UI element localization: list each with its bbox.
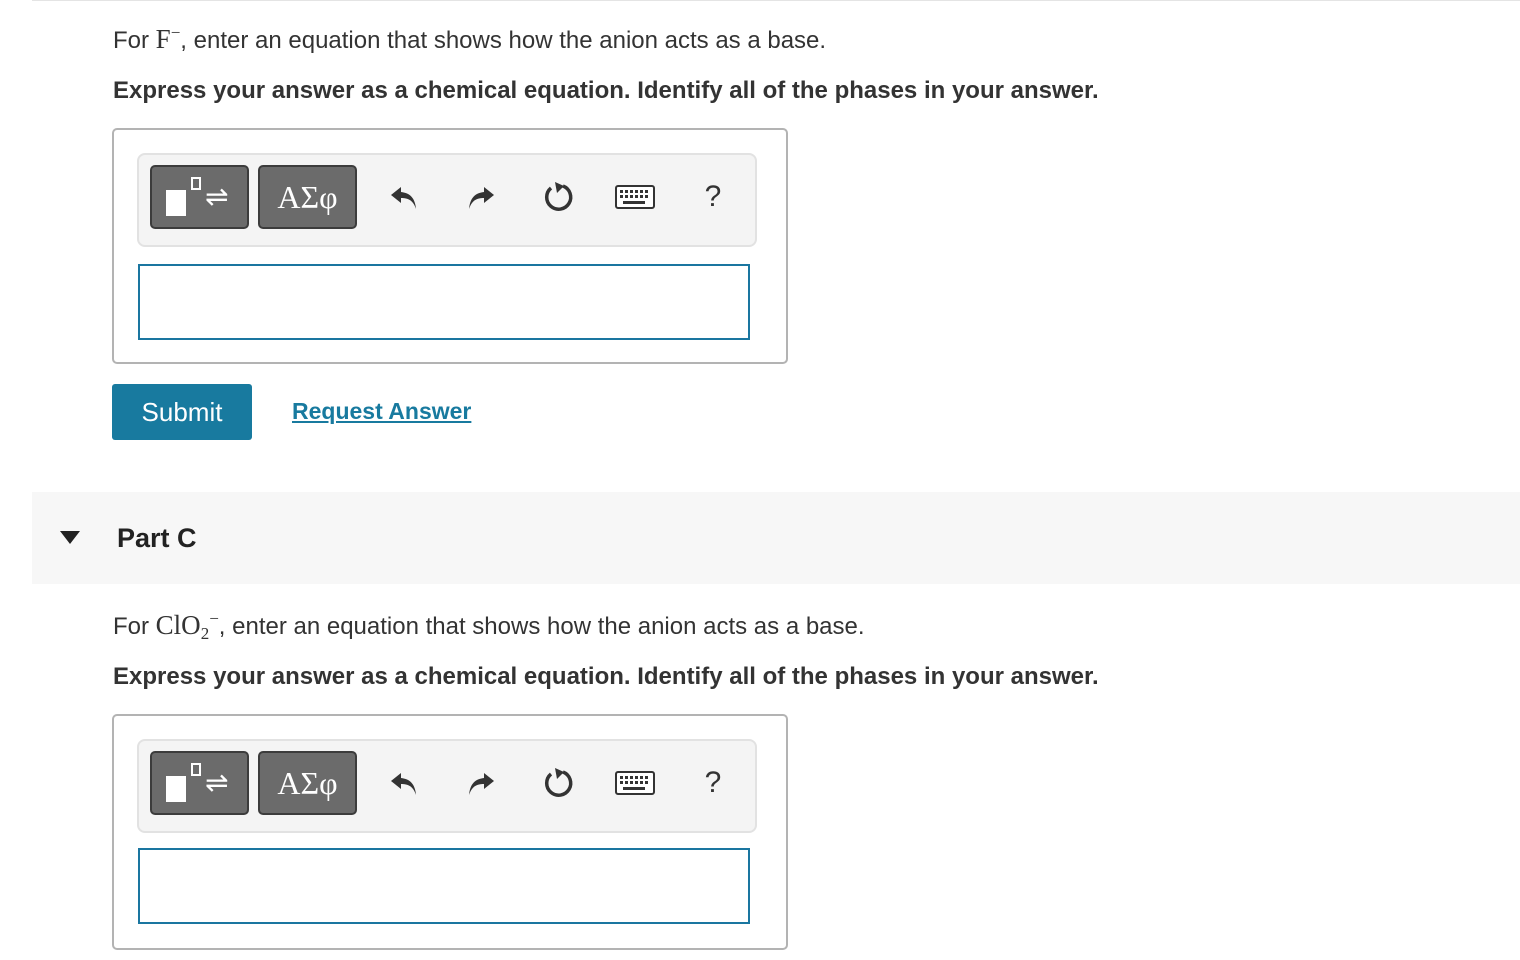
- part-c-header[interactable]: Part C: [32, 492, 1520, 584]
- prompt-suffix: , enter an equation that shows how the a…: [180, 27, 827, 54]
- chemical-formula: ClO2−: [155, 609, 219, 643]
- equation-toolbar: ⇌ ΑΣφ ?: [137, 739, 757, 833]
- part-c-answer-box: ⇌ ΑΣφ ?: [112, 714, 788, 950]
- help-icon[interactable]: ?: [693, 177, 733, 217]
- equation-toolbar: ⇌ ΑΣφ ?: [137, 153, 757, 247]
- formula-text: ClO: [155, 610, 201, 640]
- prompt-prefix: For: [113, 613, 156, 640]
- redo-icon[interactable]: [461, 763, 501, 803]
- part-c-instruction: Express your answer as a chemical equati…: [113, 663, 1099, 690]
- prompt-prefix: For: [113, 27, 156, 54]
- top-divider: [32, 0, 1520, 1]
- prompt-suffix: , enter an equation that shows how the a…: [218, 613, 865, 640]
- part-b-answer-box: ⇌ ΑΣφ ?: [112, 128, 788, 364]
- reset-icon[interactable]: [539, 177, 579, 217]
- undo-icon[interactable]: [384, 177, 424, 217]
- part-b-prompt: For F−, enter an equation that shows how…: [113, 24, 826, 56]
- collapse-caret-icon[interactable]: [60, 531, 80, 544]
- keyboard-icon[interactable]: [615, 177, 655, 217]
- templates-icon: [166, 776, 186, 802]
- chemical-formula: F−: [156, 24, 181, 54]
- part-c-prompt: For ClO2−, enter an equation that shows …: [113, 610, 865, 642]
- keyboard-icon[interactable]: [615, 763, 655, 803]
- equilibrium-arrow-icon: ⇌: [205, 767, 229, 798]
- symbols-button[interactable]: ΑΣφ: [258, 751, 357, 815]
- templates-button[interactable]: ⇌: [150, 165, 249, 229]
- part-b-instruction: Express your answer as a chemical equati…: [113, 77, 1099, 104]
- answer-input[interactable]: [138, 848, 750, 924]
- formula-charge: −: [209, 609, 219, 628]
- submit-button[interactable]: Submit: [112, 384, 252, 440]
- template-slot-icon: [191, 763, 201, 776]
- formula-charge: −: [170, 23, 181, 42]
- part-title: Part C: [117, 523, 197, 553]
- templates-icon: [166, 190, 186, 216]
- help-icon[interactable]: ?: [693, 763, 733, 803]
- templates-button[interactable]: ⇌: [150, 751, 249, 815]
- equilibrium-arrow-icon: ⇌: [205, 181, 229, 212]
- reset-icon[interactable]: [539, 763, 579, 803]
- formula-subscript: 2: [200, 624, 210, 643]
- undo-icon[interactable]: [384, 763, 424, 803]
- template-slot-icon: [191, 177, 201, 190]
- answer-input[interactable]: [138, 264, 750, 340]
- redo-icon[interactable]: [461, 177, 501, 217]
- formula-text: F: [155, 24, 171, 54]
- request-answer-link[interactable]: Request Answer: [292, 396, 471, 426]
- symbols-button[interactable]: ΑΣφ: [258, 165, 357, 229]
